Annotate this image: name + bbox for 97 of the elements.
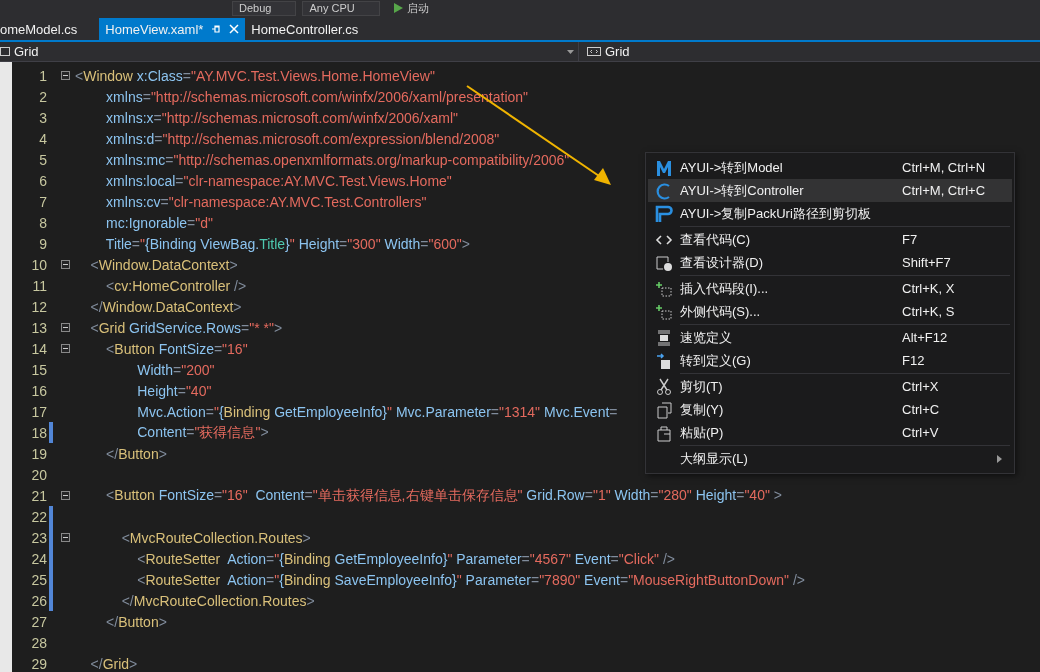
editor-tab[interactable]: omeModel.cs (0, 18, 100, 40)
code-line: xmlns:d="http://schemas.microsoft.com/expression/blend/2008" (105, 130, 500, 147)
code-line: <Window.DataContext> (89, 256, 238, 273)
play-icon[interactable] (393, 3, 403, 13)
collapse-icon[interactable] (60, 71, 70, 80)
collapse-icon[interactable] (60, 323, 70, 332)
line-number: 17 (30, 403, 47, 420)
line-number: 14 (30, 340, 47, 357)
start-button[interactable]: 启动 (406, 0, 429, 16)
copy-icon (655, 400, 673, 419)
menu-item[interactable]: 转到定义(G) F12 (648, 349, 1012, 372)
line-number: 8 (38, 214, 47, 231)
m-logo-icon (655, 158, 673, 177)
element-dropdown[interactable]: Grid (0, 42, 579, 61)
line-number: 13 (30, 319, 47, 336)
close-icon[interactable] (229, 24, 240, 34)
line-number: 22 (30, 508, 47, 525)
code-line: xmlns:local="clr-namespace:AY.MVC.Test.Views.Home" (105, 172, 452, 189)
toolbar-dropdown[interactable]: Debug (232, 0, 297, 16)
line-number: 5 (38, 151, 47, 168)
menu-item[interactable]: 查看代码(C) F7 (648, 228, 1012, 251)
paste-icon (655, 423, 673, 442)
peek-icon (655, 328, 673, 347)
code-line: Content="获得信息"> (136, 423, 269, 442)
code-line: Width="200" (136, 361, 215, 378)
menu-item[interactable]: AYUI->转到Model Ctrl+M, Ctrl+N (648, 156, 1012, 179)
collapse-icon[interactable] (60, 260, 70, 269)
line-number: 18 (30, 424, 47, 441)
collapse-icon[interactable] (60, 344, 70, 353)
element-icon (0, 47, 10, 56)
code-line: xmlns:cv="clr-namespace:AY.MVC.Test.Controllers" (105, 193, 427, 210)
insert-snippet-icon (655, 279, 673, 298)
code-line: <Grid GridService.Rows="* *"> (89, 319, 283, 336)
code-line: <cv:HomeController /> (105, 277, 247, 294)
code-line: <Window x:Class="AY.MVC.Test.Views.Home.HomeView" (75, 67, 435, 84)
line-number: 24 (30, 550, 47, 567)
menu-item[interactable]: 大纲显示(L) (648, 447, 1012, 470)
line-number: 29 (30, 655, 47, 672)
surround-snippet-icon (655, 302, 673, 321)
code-line: <RouteSetter Action="{Binding SaveEmployeeInfo}" Parameter="7890" Event="MouseRightButtonDown" /> (136, 571, 805, 588)
toolbar-dropdown[interactable]: Any CPU (302, 0, 380, 16)
line-number: 7 (38, 193, 47, 210)
line-number: 6 (38, 172, 47, 189)
code-line: <Button FontSize="16" (105, 340, 248, 357)
editor-tab[interactable]: HomeController.cs (245, 18, 365, 40)
pin-icon[interactable] (211, 24, 222, 34)
line-number: 9 (38, 235, 47, 252)
element-icon (587, 47, 601, 56)
menu-item[interactable]: 粘贴(P) Ctrl+V (648, 421, 1012, 444)
code-line: </MvcRouteCollection.Routes> (120, 592, 315, 609)
menu-item[interactable]: 速览定义 Alt+F12 (648, 326, 1012, 349)
code-line: </Button> (105, 445, 167, 462)
line-number: 25 (30, 571, 47, 588)
menu-item[interactable]: 复制(Y) Ctrl+C (648, 398, 1012, 421)
code-line: </Button> (105, 613, 167, 630)
goto-definition-icon (655, 351, 673, 370)
line-number: 27 (30, 613, 47, 630)
line-number: 16 (30, 382, 47, 399)
code-line: <RouteSetter Action="{Binding GetEmployeeInfo}" Parameter="4567" Event="Click" /> (136, 550, 676, 567)
code-line: Height="40" (136, 382, 212, 399)
line-number: 26 (30, 592, 47, 609)
editor-tab[interactable]: HomeView.xaml* (99, 18, 246, 40)
line-number: 11 (31, 277, 47, 294)
collapse-icon[interactable] (60, 533, 70, 542)
p-logo-icon (655, 204, 673, 223)
code-line: xmlns:x="http://schemas.microsoft.com/winfx/2006/xaml" (105, 109, 459, 126)
line-number: 3 (38, 109, 47, 126)
menu-item[interactable]: AYUI->转到Controller Ctrl+M, Ctrl+C (648, 179, 1012, 202)
menu-item[interactable]: AYUI->复制PackUri路径到剪切板 (648, 202, 1012, 225)
menu-item[interactable]: 插入代码段(I)... Ctrl+K, X (648, 277, 1012, 300)
line-number: 4 (38, 130, 47, 147)
collapse-icon[interactable] (60, 491, 70, 500)
code-line: Mvc.Action="{Binding GetEmployeeInfo}" Mvc.Parameter="1314" Mvc.Event= (136, 403, 618, 420)
code-line: mc:Ignorable="d" (105, 214, 213, 231)
line-number: 10 (30, 256, 47, 273)
menu-item[interactable]: 查看设计器(D) Shift+F7 (648, 251, 1012, 274)
line-number: 15 (30, 361, 47, 378)
code-line: </Grid> (89, 655, 138, 672)
line-number: 12 (30, 298, 47, 315)
code-line: </Window.DataContext> (89, 298, 242, 315)
line-number: 1 (38, 67, 47, 84)
code-line: <Button FontSize="16" Content="单击获得信息,右键单击保存信息" Grid.Row="1" Width="280" Height="40" > (105, 486, 782, 505)
caret-icon (567, 49, 574, 54)
line-number: 2 (38, 88, 47, 105)
member-dropdown[interactable]: Grid (579, 42, 1040, 61)
designer-icon (655, 253, 673, 272)
code-line: xmlns:mc="http://schemas.openxmlformats.org/markup-compatibility/2006" (105, 151, 570, 168)
menu-item[interactable]: 剪切(T) Ctrl+X (648, 375, 1012, 398)
line-number: 21 (30, 487, 47, 504)
line-number: 20 (30, 466, 47, 483)
line-number: 19 (30, 445, 47, 462)
line-number: 28 (30, 634, 47, 651)
code-line: <MvcRouteCollection.Routes> (120, 529, 311, 546)
line-number: 23 (30, 529, 47, 546)
code-line: Title="{Binding ViewBag.Title}" Height="300" Width="600"> (104, 235, 470, 252)
menu-item[interactable]: 外侧代码(S)... Ctrl+K, S (648, 300, 1012, 323)
scissors-icon (655, 377, 673, 396)
